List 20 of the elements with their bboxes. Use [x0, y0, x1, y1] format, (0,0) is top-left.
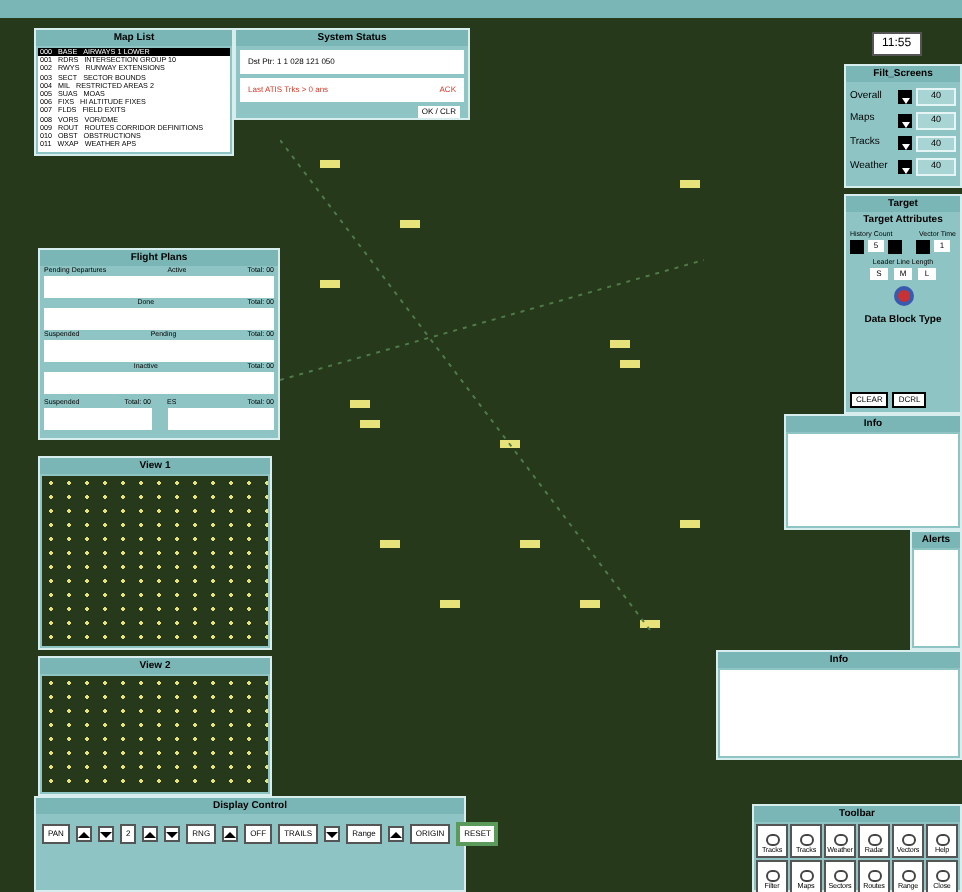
tool-icon — [867, 834, 881, 846]
dropdown-button[interactable] — [898, 113, 912, 128]
dropdown-button[interactable] — [898, 89, 912, 104]
list-box — [44, 408, 151, 430]
tool-icon — [901, 834, 915, 846]
tool-icon — [901, 870, 915, 882]
tool-icon — [799, 834, 813, 846]
tool-icon — [935, 870, 949, 882]
tool-icon — [833, 870, 847, 882]
crosshair-icon — [893, 286, 913, 306]
tool-icon — [833, 834, 847, 846]
tool-icon — [765, 870, 779, 882]
list-box — [167, 408, 274, 430]
popup-content — [914, 550, 958, 646]
tool-icon — [765, 834, 779, 846]
dropdown-button[interactable] — [898, 160, 912, 175]
tool-icon — [799, 870, 813, 882]
tool-icon — [935, 834, 949, 846]
tool-icon — [867, 870, 881, 882]
dropdown-button[interactable] — [898, 136, 912, 151]
